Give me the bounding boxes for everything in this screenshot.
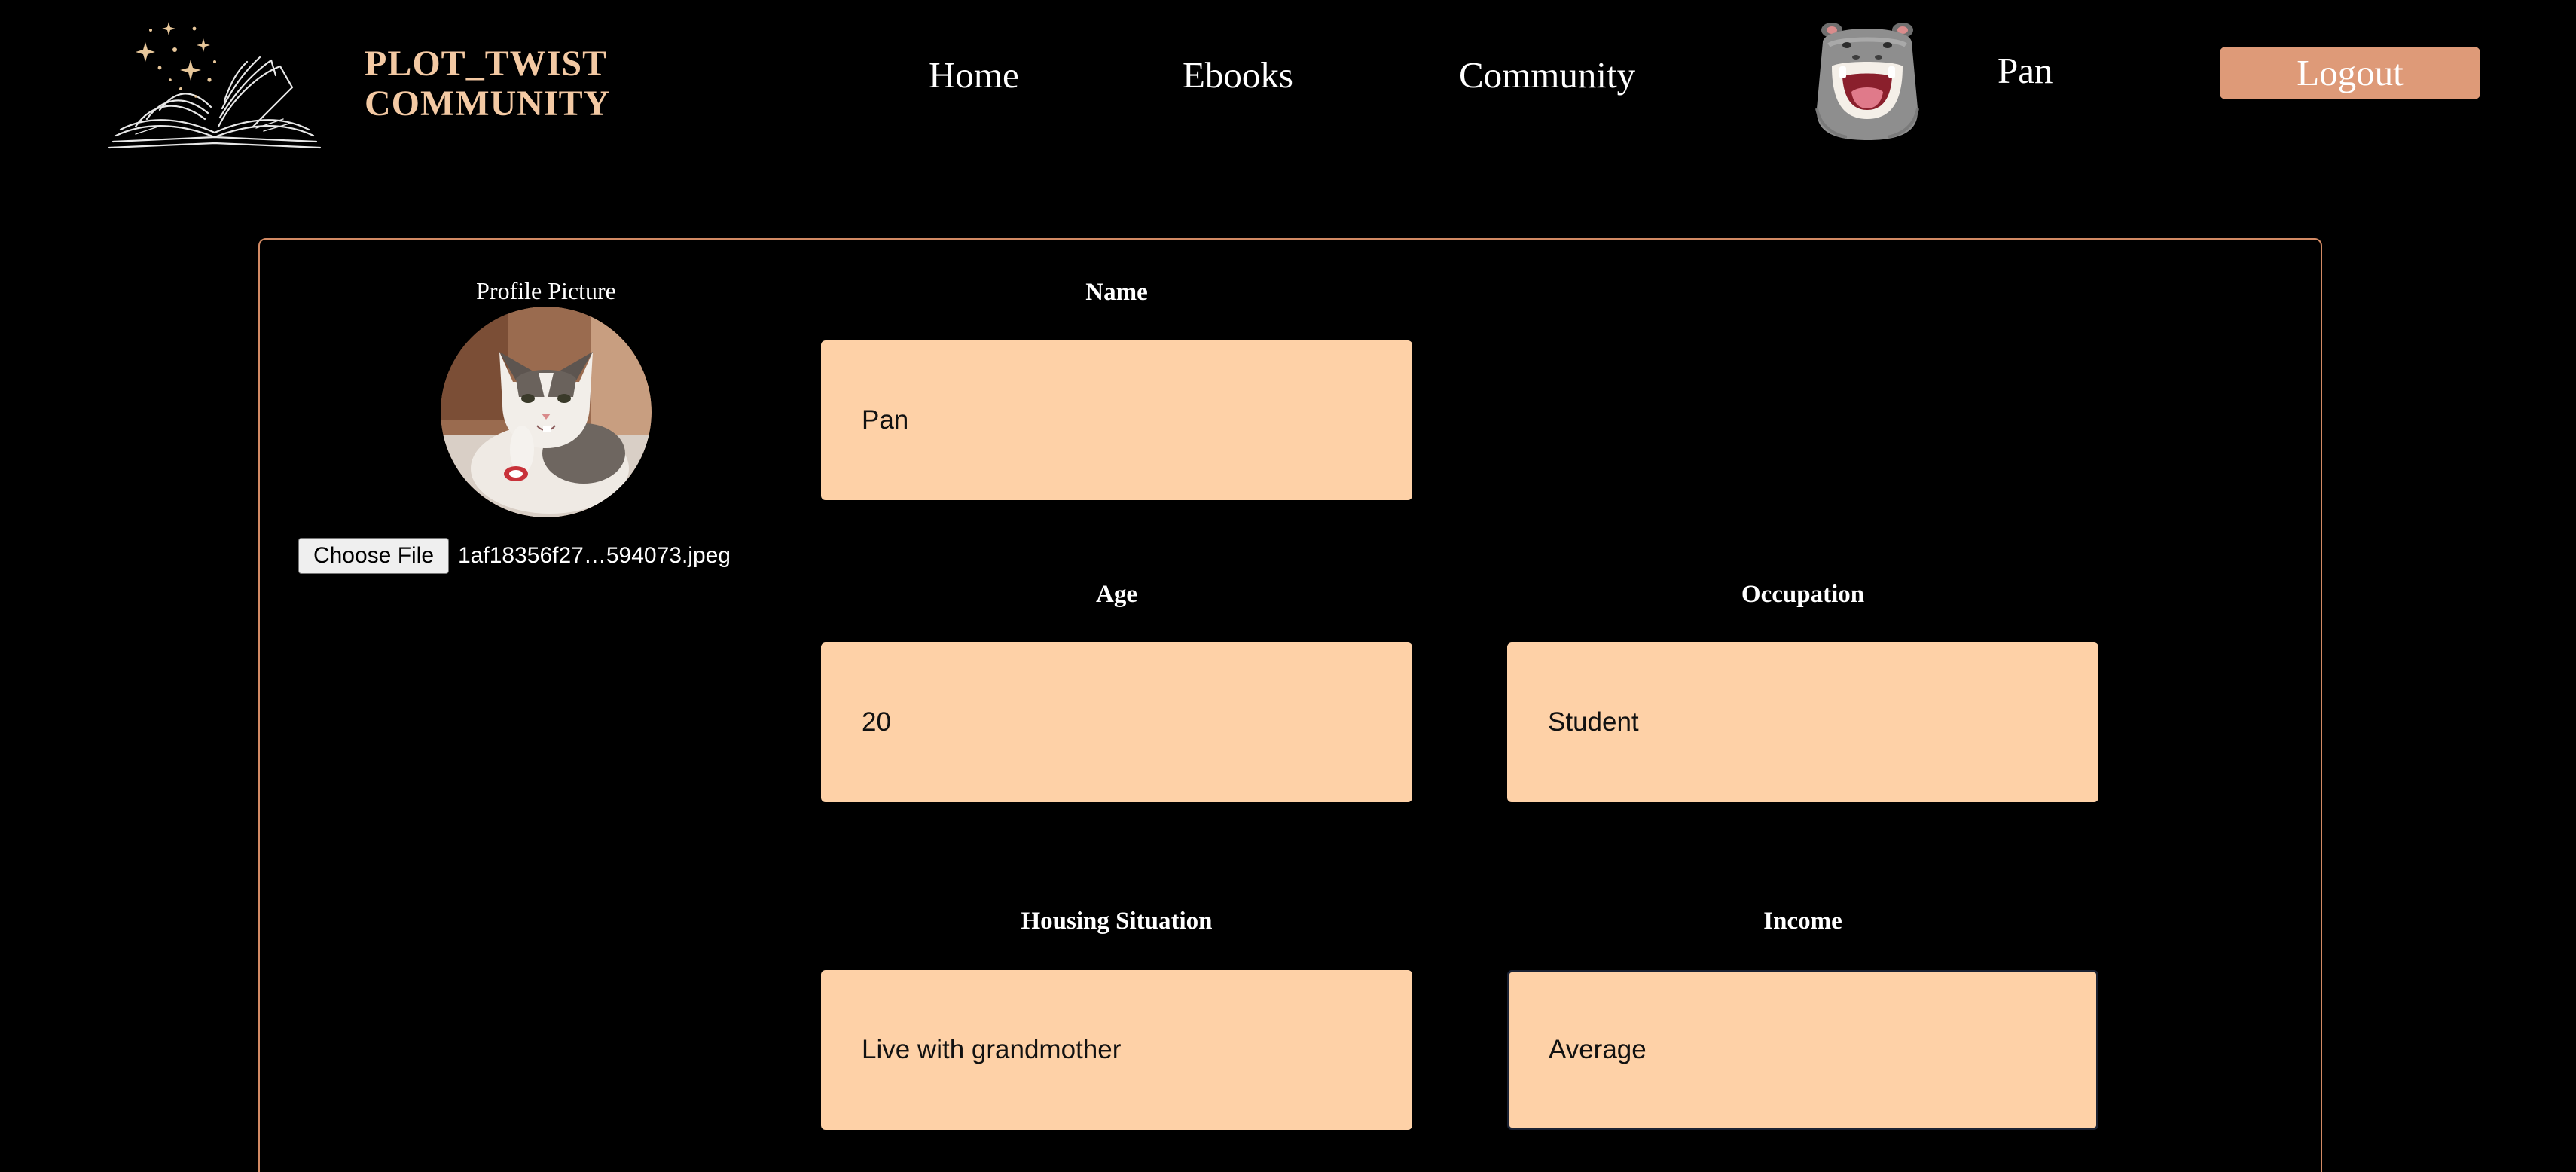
nav-ebooks-link[interactable]: Ebooks <box>1183 53 1293 98</box>
housing-situation-field[interactable] <box>821 970 1412 1130</box>
profile-picture-image <box>441 307 652 517</box>
brand-title-line1: PLOT_TWIST <box>365 44 608 84</box>
open-book-sparkles-icon[interactable] <box>105 14 324 157</box>
brand-title-line2: COMMUNITY <box>365 84 611 124</box>
nav-community-link[interactable]: Community <box>1459 53 1635 98</box>
hippo-avatar-icon[interactable] <box>1809 20 1925 140</box>
occupation-label: Occupation <box>1741 581 1865 608</box>
logout-button[interactable]: Logout <box>2220 47 2480 99</box>
age-field[interactable] <box>821 642 1412 802</box>
page: PLOT_TWIST COMMUNITY Home Ebooks Communi… <box>0 0 2576 1172</box>
profile-picture-label: Profile Picture <box>476 277 616 304</box>
nav-home-link[interactable]: Home <box>929 53 1019 98</box>
user-name[interactable]: Pan <box>1998 48 2053 93</box>
selected-file-name: 1af18356f27…594073.jpeg <box>458 543 731 568</box>
age-label: Age <box>1096 581 1137 608</box>
income-label: Income <box>1763 908 1842 935</box>
income-field[interactable] <box>1507 970 2098 1130</box>
name-label: Name <box>1085 279 1148 306</box>
occupation-field[interactable] <box>1507 642 2098 802</box>
brand-title[interactable]: PLOT_TWIST COMMUNITY <box>365 44 610 124</box>
choose-file-button[interactable]: Choose File <box>298 538 449 574</box>
name-field[interactable] <box>821 340 1412 500</box>
housing-situation-label: Housing Situation <box>1021 908 1213 935</box>
